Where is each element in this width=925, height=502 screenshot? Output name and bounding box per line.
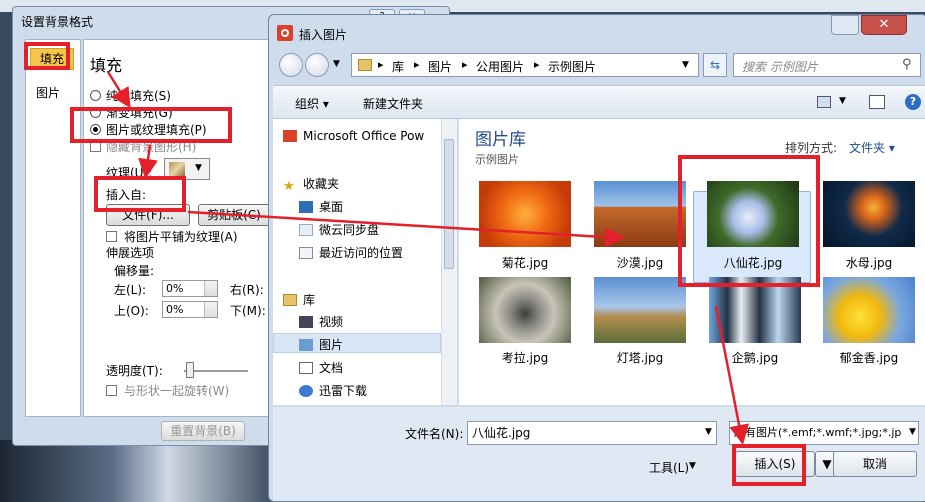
arrow-file-to-picture <box>187 210 625 248</box>
arrow-fill-to-option <box>106 71 131 109</box>
arrow-option-to-file <box>138 144 158 179</box>
annotation-arrows <box>106 71 749 445</box>
arrow-picture-to-insert <box>714 305 749 445</box>
